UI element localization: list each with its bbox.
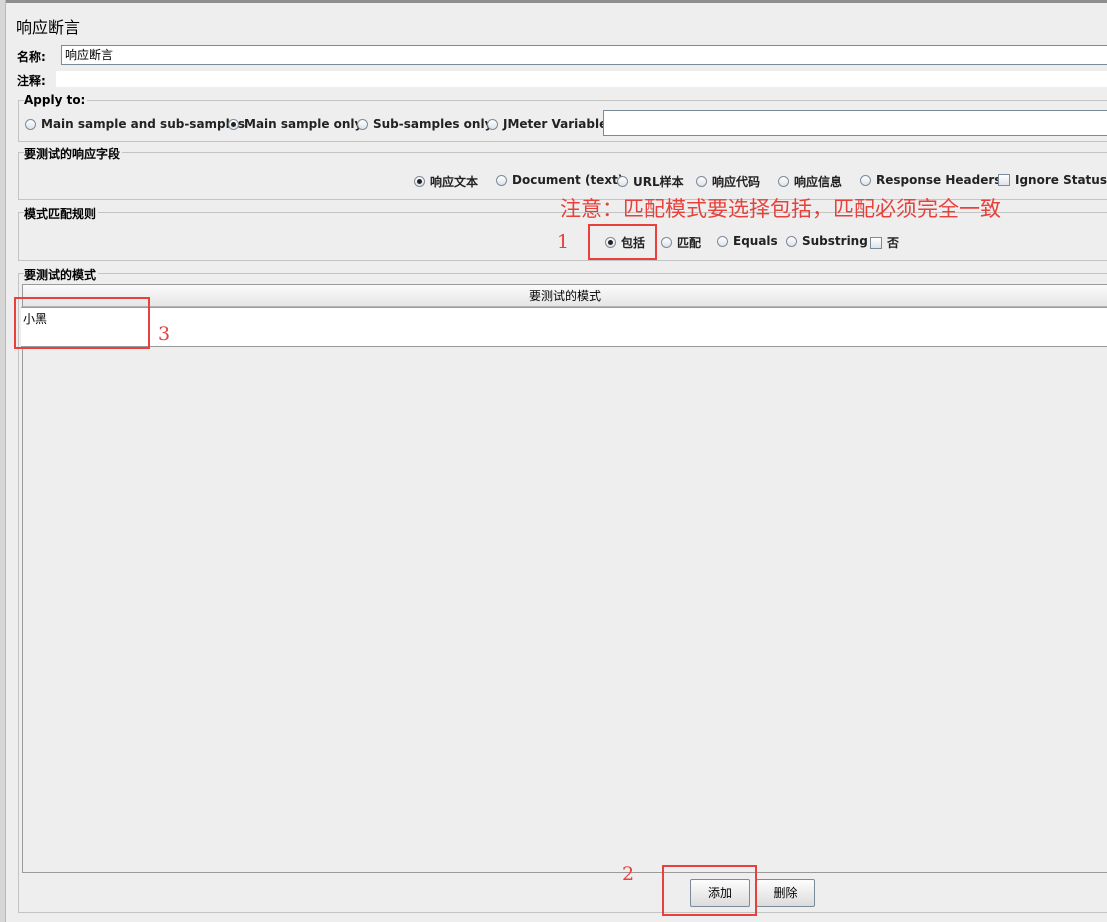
annotation-note: 注意：匹配模式要选择包括，匹配必须完全一致: [560, 197, 1001, 221]
annotation-marker-3: 3: [158, 323, 171, 345]
checkbox-icon: [870, 236, 882, 249]
radio-jmeter-variable[interactable]: JMeter Variable: [487, 117, 607, 131]
radio-response-headers[interactable]: Response Headers: [860, 173, 1001, 187]
radio-url-sample[interactable]: URL样本: [617, 173, 684, 190]
radio-off-icon: [661, 237, 672, 248]
radio-main-only[interactable]: Main sample only: [228, 117, 362, 131]
comment-input[interactable]: [56, 71, 1107, 87]
radio-off-icon: [696, 176, 707, 187]
radio-substring[interactable]: Substring: [786, 234, 868, 248]
pattern-rule-legend: 模式匹配规则: [24, 205, 99, 222]
patterns-table: 要测试的模式 小黑: [21, 284, 1107, 873]
window-top-edge: [6, 0, 1107, 3]
radio-on-icon: [228, 118, 239, 130]
panel-title: 响应断言: [16, 18, 81, 37]
radio-off-icon: [496, 174, 507, 186]
radio-off-icon: [860, 174, 871, 186]
radio-on-icon: [414, 176, 425, 187]
checkbox-ignore-status[interactable]: Ignore Status: [998, 173, 1107, 187]
jmeter-variable-input[interactable]: [603, 110, 1107, 136]
radio-off-icon: [778, 176, 789, 187]
radio-off-icon: [487, 118, 498, 130]
patterns-legend: 要测试的模式: [24, 266, 99, 283]
radio-off-icon: [617, 176, 628, 187]
annotation-box-3: [14, 297, 150, 349]
window-left-edge: [0, 0, 6, 922]
name-label: 名称:: [17, 50, 46, 64]
radio-response-text[interactable]: 响应文本: [414, 173, 478, 190]
annotation-box-2: [662, 865, 757, 916]
delete-button[interactable]: 删除: [756, 879, 815, 907]
table-column-header[interactable]: 要测试的模式: [23, 285, 1107, 307]
radio-off-icon: [25, 118, 36, 130]
radio-equals[interactable]: Equals: [717, 234, 778, 248]
annotation-box-1: [588, 224, 657, 260]
radio-response-code[interactable]: 响应代码: [696, 173, 760, 190]
radio-matches[interactable]: 匹配: [661, 234, 701, 251]
radio-off-icon: [717, 235, 728, 247]
response-field-legend: 要测试的响应字段: [24, 145, 123, 162]
radio-response-message[interactable]: 响应信息: [778, 173, 842, 190]
radio-main-and-sub[interactable]: Main sample and sub-samples: [25, 117, 245, 131]
radio-document-text[interactable]: Document (text): [496, 173, 623, 187]
checkbox-not[interactable]: 否: [870, 234, 899, 251]
annotation-marker-2: 2: [622, 863, 635, 885]
annotation-marker-1: 1: [557, 231, 570, 253]
radio-off-icon: [786, 235, 797, 247]
checkbox-icon: [998, 174, 1010, 186]
radio-off-icon: [357, 118, 368, 130]
table-row[interactable]: 小黑: [21, 307, 1107, 347]
apply-to-legend: Apply to:: [24, 93, 88, 107]
radio-sub-only[interactable]: Sub-samples only: [357, 117, 492, 131]
name-input[interactable]: 响应断言: [61, 45, 1107, 65]
comment-label: 注释:: [17, 74, 46, 88]
